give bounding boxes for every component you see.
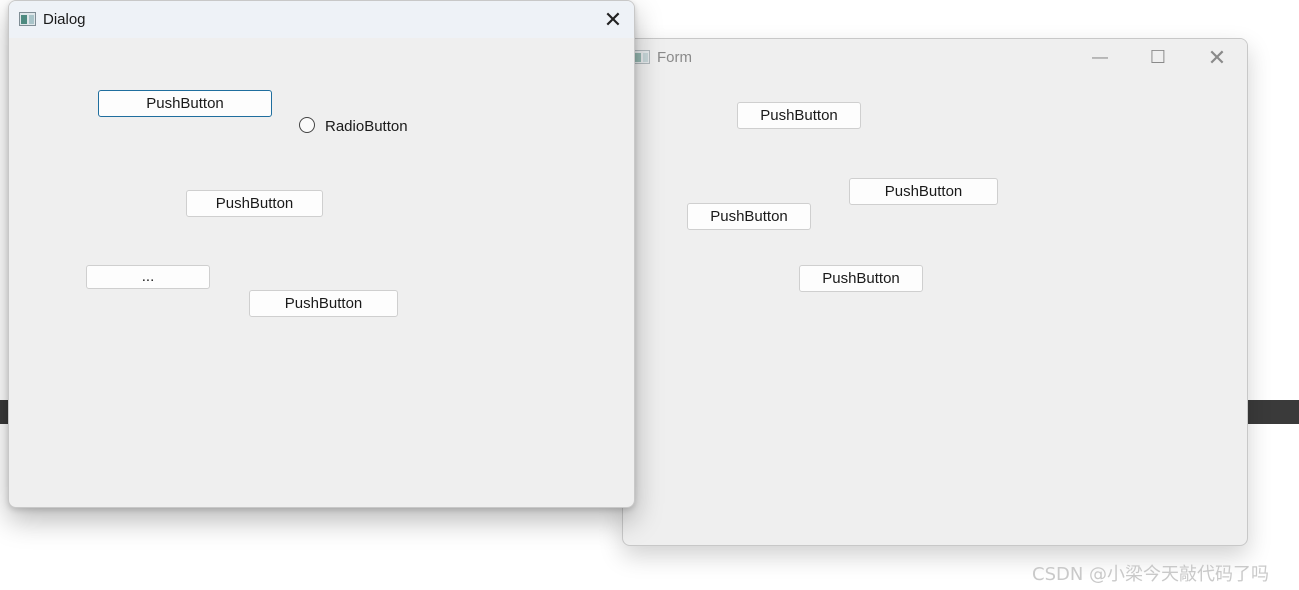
dialog-titlebar[interactable]: Dialog ✕ xyxy=(9,1,634,38)
form-window: Form — ☐ ✕ PushButton PushButton PushBut… xyxy=(622,38,1248,546)
dialog-window: Dialog ✕ PushButton RadioButton PushButt… xyxy=(8,0,635,508)
dialog-push-button-1[interactable]: PushButton xyxy=(98,90,272,117)
dialog-tool-button[interactable]: ... xyxy=(86,265,210,289)
form-push-button-1[interactable]: PushButton xyxy=(737,102,861,129)
form-push-button-2[interactable]: PushButton xyxy=(849,178,998,205)
form-push-button-3[interactable]: PushButton xyxy=(687,203,811,230)
form-push-button-4[interactable]: PushButton xyxy=(799,265,923,292)
maximize-icon[interactable]: ☐ xyxy=(1135,39,1181,76)
form-title: Form xyxy=(657,49,692,66)
watermark-text: CSDN @小梁今天敲代码了吗 xyxy=(1032,564,1270,585)
close-icon[interactable]: ✕ xyxy=(590,1,634,38)
app-window-icon xyxy=(633,50,650,64)
close-icon[interactable]: ✕ xyxy=(1194,39,1240,76)
dialog-push-button-3[interactable]: PushButton xyxy=(249,290,398,317)
dialog-title: Dialog xyxy=(43,11,86,28)
form-titlebar[interactable]: Form — ☐ ✕ xyxy=(623,39,1247,76)
radio-icon[interactable] xyxy=(299,117,315,133)
dialog-push-button-2[interactable]: PushButton xyxy=(186,190,323,217)
radio-button-label[interactable]: RadioButton xyxy=(325,118,408,135)
app-window-icon xyxy=(19,12,36,26)
minimize-icon[interactable]: — xyxy=(1077,39,1123,76)
